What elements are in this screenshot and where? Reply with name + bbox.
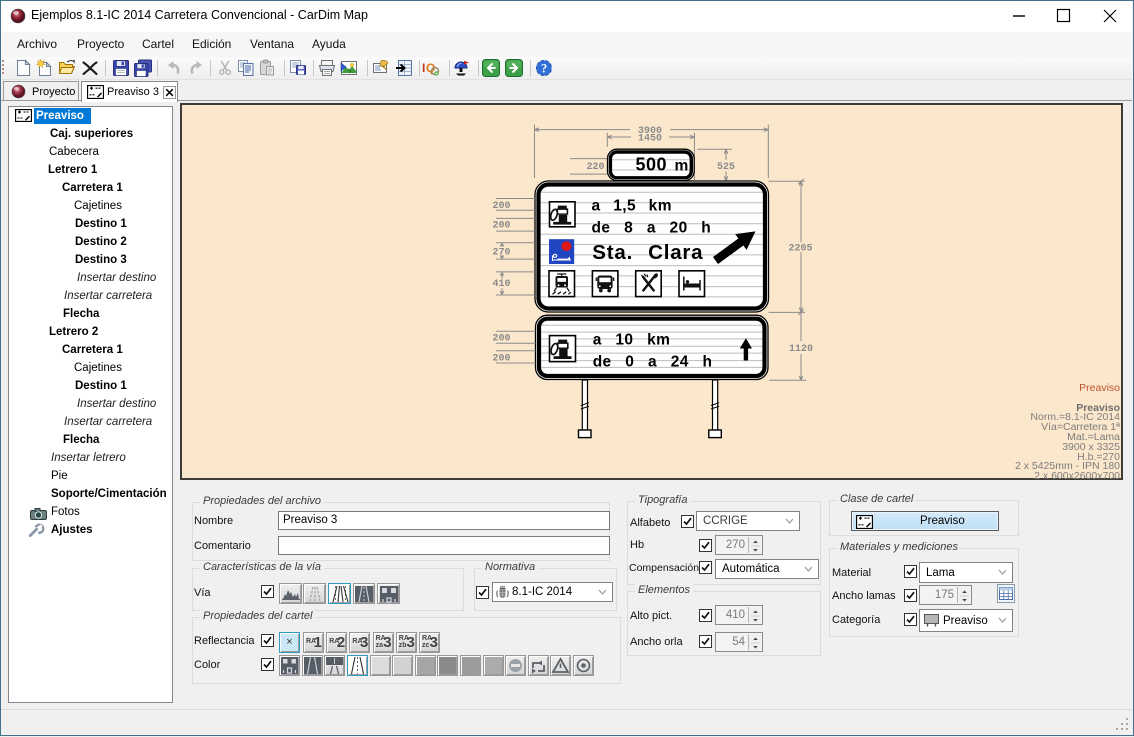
svg-text:500: 500 [636, 155, 668, 175]
svg-text:1120: 1120 [789, 344, 813, 355]
svg-text:I: I [422, 61, 425, 75]
svg-text:Sta. Clara: Sta. Clara [592, 241, 703, 264]
svg-text:200: 200 [493, 201, 511, 212]
svg-text:200: 200 [493, 333, 511, 344]
svg-text:m: m [675, 158, 689, 175]
svg-text:a 1,5 km: a 1,5 km [592, 198, 672, 215]
svg-text:?: ? [541, 62, 547, 76]
svg-text:a 10 km: a 10 km [593, 332, 671, 349]
svg-text:200: 200 [493, 353, 511, 364]
svg-text:1450: 1450 [638, 134, 662, 145]
svg-text:200: 200 [493, 221, 511, 232]
svg-text:220: 220 [586, 162, 604, 173]
svg-text:2205: 2205 [788, 243, 812, 254]
svg-text:de 0 a 24 h: de 0 a 24 h [593, 353, 713, 370]
svg-text:525: 525 [717, 162, 735, 173]
svg-text:410: 410 [493, 279, 511, 290]
svg-text:de 8 a 20 h: de 8 a 20 h [592, 219, 712, 236]
